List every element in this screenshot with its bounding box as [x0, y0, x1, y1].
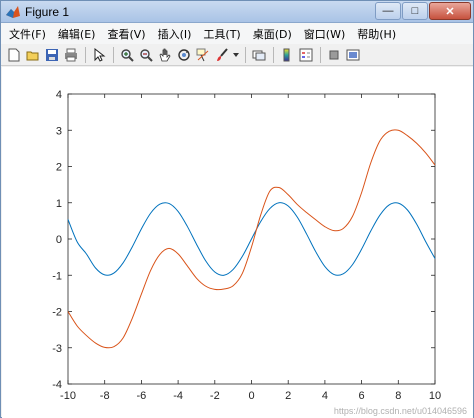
- y-tick-label: -2: [52, 307, 62, 319]
- x-tick-label: 10: [429, 390, 441, 402]
- plot-axes[interactable]: -10 -8 -6 -4 -2 0 2 4 6 8 10-4-3-2-101234: [2, 67, 473, 418]
- zoom-in-icon[interactable]: [118, 46, 136, 64]
- x-tick-label: 0: [248, 390, 254, 402]
- x-tick-label: -6: [137, 390, 147, 402]
- rotate-3d-icon[interactable]: [175, 46, 193, 64]
- x-tick-label: 8: [395, 390, 401, 402]
- y-tick-label: 2: [56, 162, 62, 174]
- legend-icon[interactable]: [297, 46, 315, 64]
- menu-window[interactable]: 窗口(W): [304, 26, 345, 42]
- x-tick-label: -8: [100, 390, 110, 402]
- minimize-button[interactable]: —: [375, 2, 401, 20]
- window-title: Figure 1: [25, 5, 70, 19]
- toolbar-separator: [85, 46, 86, 63]
- y-tick-label: 4: [56, 89, 62, 101]
- menu-insert[interactable]: 插入(I): [158, 26, 192, 42]
- x-tick-label: -10: [60, 390, 76, 402]
- matlab-logo-icon: [6, 6, 20, 18]
- print-icon[interactable]: [62, 46, 80, 64]
- x-tick-label: 6: [359, 390, 365, 402]
- menu-view[interactable]: 查看(V): [107, 26, 145, 42]
- pointer-icon[interactable]: [90, 46, 108, 64]
- y-tick-label: 1: [56, 198, 62, 210]
- show-plot-tools-icon[interactable]: [344, 46, 362, 64]
- figure-toolbar: [1, 44, 473, 66]
- save-icon[interactable]: [43, 46, 61, 64]
- hide-plot-tools-icon[interactable]: [325, 46, 343, 64]
- figure-canvas: -10 -8 -6 -4 -2 0 2 4 6 8 10 -4 -3 -2 -1 0 1 2 3 4 https://…: [2, 67, 473, 418]
- x-tick-label: -4: [173, 390, 183, 402]
- menu-help[interactable]: 帮助(H): [357, 26, 396, 42]
- y-tick-label: -1: [52, 270, 62, 282]
- menu-tools[interactable]: 工具(T): [203, 26, 240, 42]
- figure-window: Figure 1 — □ ✕ 文件(F) 编辑(E) 查看(V) 插入(I) 工…: [0, 0, 474, 418]
- menu-desktop[interactable]: 桌面(D): [253, 26, 292, 42]
- menu-edit[interactable]: 编辑(E): [58, 26, 96, 42]
- toolbar-separator: [273, 46, 274, 63]
- zoom-out-icon[interactable]: [137, 46, 155, 64]
- pan-hand-icon[interactable]: [156, 46, 174, 64]
- y-tick-label: -4: [52, 379, 62, 391]
- title-bar[interactable]: Figure 1 — □ ✕: [1, 1, 473, 23]
- menu-bar: 文件(F) 编辑(E) 查看(V) 插入(I) 工具(T) 桌面(D) 窗口(W…: [1, 23, 473, 44]
- brush-dropdown-icon[interactable]: [232, 46, 240, 64]
- close-button[interactable]: ✕: [429, 2, 471, 20]
- open-file-icon[interactable]: [24, 46, 42, 64]
- window-controls: — □ ✕: [374, 2, 471, 20]
- x-tick-label: -2: [210, 390, 220, 402]
- x-tick-label: 4: [322, 390, 328, 402]
- y-tick-label: 0: [56, 234, 62, 246]
- link-plot-icon[interactable]: [250, 46, 268, 64]
- brush-icon[interactable]: [213, 46, 231, 64]
- new-figure-icon[interactable]: [5, 46, 23, 64]
- y-tick-label: -3: [52, 343, 62, 355]
- toolbar-separator: [320, 46, 321, 63]
- toolbar-separator: [245, 46, 246, 63]
- x-tick-label: 2: [285, 390, 291, 402]
- watermark-text: https://blog.csdn.net/u014046596: [333, 406, 467, 416]
- toolbar-separator: [113, 46, 114, 63]
- maximize-button[interactable]: □: [402, 2, 428, 20]
- colorbar-icon[interactable]: [278, 46, 296, 64]
- data-cursor-icon[interactable]: [194, 46, 212, 64]
- menu-file[interactable]: 文件(F): [9, 26, 46, 42]
- y-tick-label: 3: [56, 125, 62, 137]
